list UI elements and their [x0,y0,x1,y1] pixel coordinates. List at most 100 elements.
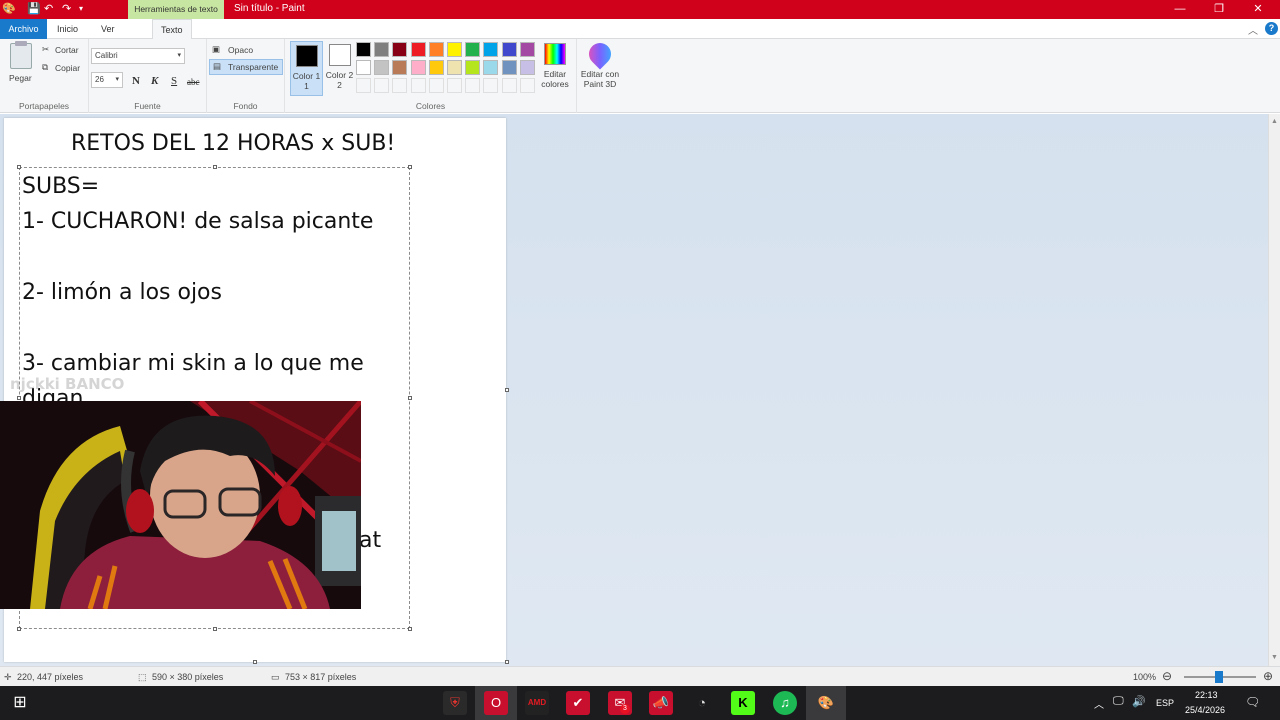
font-family-select[interactable]: Calibri ▾ [91,48,185,64]
amd-icon[interactable]: AMD [525,691,549,715]
palette-color-swatch[interactable] [356,60,371,75]
copy-icon[interactable]: ⧉ [42,62,48,73]
selection-handle[interactable] [17,165,21,169]
palette-color-swatch[interactable] [410,60,426,75]
kick-app-icon[interactable]: K [731,691,755,715]
color2-button[interactable]: Color 2 2 [323,41,356,96]
scissors-icon[interactable]: ✂ [42,44,49,55]
paint-app-icon[interactable]: 🎨 [814,691,838,715]
clock-date[interactable]: 25/4/2026 [1185,705,1225,715]
vertical-scrollbar[interactable]: ▲ ▼ [1268,114,1280,666]
collapse-ribbon-icon[interactable]: ︿ [1248,22,1258,37]
strikethrough-button[interactable]: abc [187,77,200,87]
redo-icon[interactable]: ↷ [62,2,71,15]
group-label: Portapapeles [18,101,70,111]
scroll-up-icon[interactable]: ▲ [1271,118,1278,125]
language-indicator[interactable]: ESP [1156,698,1174,708]
palette-color-swatch[interactable] [465,42,481,57]
transparent-button[interactable]: ▤ Transparente [209,59,283,75]
selection-handle[interactable] [213,627,217,631]
selection-handle[interactable] [408,165,412,169]
palette-color-swatch[interactable] [428,42,444,57]
canvas-resize-handle-corner[interactable] [505,660,509,664]
tick-app-icon[interactable]: ✔ [566,691,590,715]
palette-color-swatch[interactable] [447,42,462,57]
font-size-select[interactable]: 26 ▾ [91,72,123,88]
palette-custom-slot[interactable] [465,78,481,93]
palette-color-swatch[interactable] [374,60,390,75]
palette-custom-slot[interactable] [519,78,535,93]
selection-handle[interactable] [17,396,21,400]
minimize-button[interactable]: — [1160,0,1200,19]
opaque-button[interactable]: Opaco [228,45,253,55]
canvas-resize-handle-right[interactable] [505,388,509,392]
palette-custom-slot[interactable] [410,78,426,93]
canvas-resize-handle-bottom[interactable] [253,660,257,664]
maximize-button[interactable]: ❐ [1199,0,1239,19]
palette-custom-slot[interactable] [428,78,444,93]
palette-custom-slot[interactable] [501,78,517,93]
megaphone-app-icon[interactable]: 📣 [649,691,673,715]
tab-texto[interactable]: Texto [152,19,192,40]
palette-color-swatch[interactable] [374,42,390,57]
palette-color-swatch[interactable] [356,42,371,57]
palette-color-swatch[interactable] [483,42,499,57]
palette-color-swatch[interactable] [519,60,535,75]
help-icon[interactable]: ? [1265,22,1278,35]
palette-custom-slot[interactable] [356,78,371,93]
palette-color-swatch[interactable] [465,60,481,75]
zoom-out-icon[interactable]: ⊖ [1162,669,1172,683]
gauge-app-icon[interactable]: ◔ [690,691,714,715]
cut-button[interactable]: Cortar [55,45,79,55]
palette-color-swatch[interactable] [501,60,517,75]
clock-time[interactable]: 22:13 [1195,690,1218,700]
windows-start-icon[interactable]: ⊞ [8,691,32,715]
palette-color-swatch[interactable] [392,42,408,57]
selection-handle[interactable] [408,627,412,631]
color1-swatch [295,45,318,67]
customize-quick-access-icon[interactable]: ▾ [79,4,83,13]
opera-gx-icon[interactable]: O [484,691,508,715]
show-hidden-icons-icon[interactable]: ︿ [1094,696,1104,711]
edit-with-paint3d-button[interactable]: Editar con Paint 3D [578,38,622,89]
palette-color-swatch[interactable] [410,42,426,57]
undo-icon[interactable]: ↶ [44,2,53,15]
network-icon[interactable]: 🖵 [1113,695,1124,708]
palette-color-swatch[interactable] [428,60,444,75]
palette-color-swatch[interactable] [519,42,535,57]
palette-color-swatch[interactable] [501,42,517,57]
edit-colors-button[interactable]: Editar colores [538,43,572,89]
tab-inicio[interactable]: Inicio [49,19,86,39]
palette-color-swatch[interactable] [447,60,462,75]
palette-color-swatch[interactable] [483,60,499,75]
canvas-heading: RETOS DEL 12 HORAS x SUB! [71,131,396,156]
italic-button[interactable]: K [151,75,158,87]
tab-archivo[interactable]: Archivo [0,19,47,39]
zoom-slider-thumb[interactable] [1215,671,1223,683]
selection-handle[interactable] [17,627,21,631]
selection-handle[interactable] [408,396,412,400]
copy-button[interactable]: Copiar [55,63,80,73]
palette-custom-slot[interactable] [374,78,390,93]
spotify-icon[interactable]: ♫ [773,691,797,715]
palette-color-swatch[interactable] [392,60,408,75]
tab-ver[interactable]: Ver [93,19,123,39]
volume-icon[interactable]: 🔊 [1132,695,1146,708]
close-button[interactable]: ✕ [1238,0,1278,19]
shield-app-icon[interactable]: ⛨ [443,691,467,715]
palette-custom-slot[interactable] [392,78,408,93]
scroll-down-icon[interactable]: ▼ [1271,654,1278,661]
color1-index: 1 [304,81,309,91]
paste-icon[interactable] [10,41,32,69]
paste-button[interactable]: Pegar [9,73,32,83]
color1-button[interactable]: Color 1 1 [290,41,323,96]
notifications-icon[interactable]: 🗨 [1245,695,1260,709]
palette-custom-slot[interactable] [483,78,499,93]
zoom-in-icon[interactable]: ⊕ [1263,669,1273,683]
ribbon: Pegar ✂ Cortar ⧉ Copiar Portapapeles Cal… [0,38,1280,113]
palette-custom-slot[interactable] [447,78,462,93]
save-icon[interactable]: 💾 [27,2,41,15]
selection-handle[interactable] [213,165,217,169]
bold-button[interactable]: N [132,75,140,87]
underline-button[interactable]: S [171,75,177,87]
